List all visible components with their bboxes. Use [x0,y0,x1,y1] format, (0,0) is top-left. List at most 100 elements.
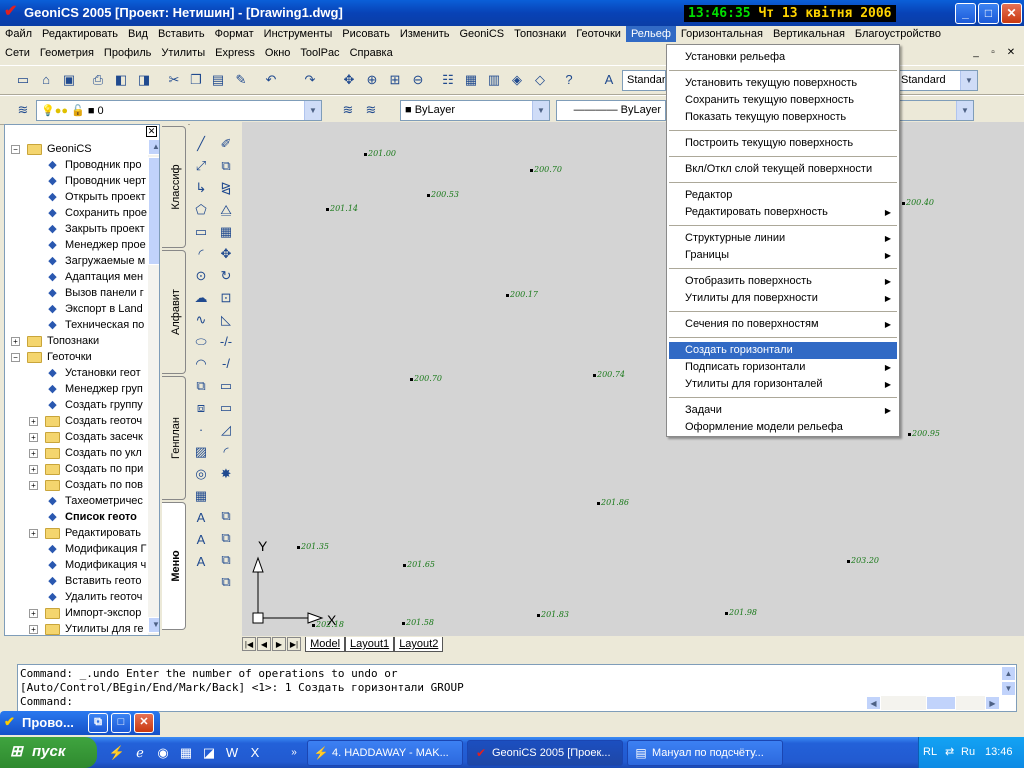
menu-item-6[interactable]: Рисовать [337,26,395,42]
geonics-app-icon[interactable]: ✔ [4,4,20,20]
calculator-icon[interactable]: ▦ [177,744,195,762]
internet-explorer-icon[interactable]: ℯ [131,744,149,762]
collapse-icon[interactable]: − [11,353,20,362]
revcloud-icon[interactable]: ☁ [191,288,211,308]
menu-item-2[interactable]: Вид [123,26,153,42]
menu-item-13[interactable]: Вертикальная [768,26,850,42]
menu-item-5[interactable]: Инструменты [259,26,338,42]
geopoint[interactable]: 200.95 [908,429,940,438]
redo-icon[interactable]: ↷ [301,71,319,89]
tray-lang-label[interactable]: RL [923,746,937,758]
start-button[interactable]: ⊞ пуск [0,737,97,768]
relief-menu-item[interactable]: Построить текущую поверхность [669,135,897,152]
geopoint[interactable]: 201.14 [326,204,358,213]
menu2-item-6[interactable]: ToolPac [295,45,344,61]
winamp-icon[interactable]: ⚡ [108,744,126,762]
explode-icon[interactable]: ✸ [216,464,236,484]
menu2-item-0[interactable]: Сети [0,45,35,61]
expand-icon[interactable]: + [29,449,38,458]
stretch-icon[interactable]: ◺ [216,310,236,330]
layer-select[interactable]: 💡●● 🔓 ■ 0 ▼ [36,100,322,121]
relief-menu-item[interactable]: Установки рельефа [669,49,897,66]
scroll-right-icon[interactable]: ▶ [985,696,1000,710]
relief-menu-item[interactable]: Структурные линии ▶ [669,230,897,247]
maximize-icon[interactable]: □ [111,713,131,733]
menu2-item-3[interactable]: Утилиты [156,45,210,61]
paste-icon[interactable]: ▤ [209,71,227,89]
polyline-icon[interactable]: ↳ [191,178,211,198]
menu-item-8[interactable]: GeoniCS [454,26,509,42]
first-tab-icon[interactable]: |◀ [242,637,256,651]
quicklaunch-more-icon[interactable]: » [285,744,303,762]
scroll-thumb[interactable] [926,696,956,710]
menu2-item-4[interactable]: Express [210,45,260,61]
properties-icon[interactable]: ☷ [439,71,457,89]
task-haddaway[interactable]: ⚡ 4. HADDAWAY - MAK... [307,740,463,766]
menu-item-0[interactable]: Файл [0,26,37,42]
pan-icon[interactable]: ✥ [340,71,358,89]
geopoint[interactable]: 200.70 [410,374,442,383]
relief-menu-item[interactable]: Редактор [669,187,897,204]
rectangle-icon[interactable]: ▭ [191,222,211,242]
draworder-front-icon[interactable]: ⧉ [216,550,236,570]
tab-menu[interactable]: Меню [162,502,186,630]
ellipse-arc-icon[interactable]: ◠ [191,354,211,374]
menu-item-9[interactable]: Топознаки [509,26,571,42]
tab-layout2[interactable]: Layout2 [394,637,444,652]
zoom-window-icon[interactable]: ⊞ [386,71,404,89]
erase-icon[interactable]: ✐ [216,134,236,154]
expand-icon[interactable]: + [29,625,38,634]
markup-icon[interactable]: ◇ [531,71,549,89]
excel-icon[interactable]: X [246,744,264,762]
polygon-icon[interactable]: ⬠ [191,200,211,220]
text-style-icon[interactable]: A [600,71,618,89]
relief-menu-item[interactable]: Сечения по поверхностям ▶ [669,316,897,333]
relief-menu-item[interactable]: Границы ▶ [669,247,897,264]
tab-layout1[interactable]: Layout1 [345,637,395,652]
tab-model[interactable]: Model [305,637,346,652]
geopoint[interactable]: 201.00 [364,149,396,158]
photoshop-icon[interactable]: ◪ [200,744,218,762]
command-horizontal-scrollbar[interactable]: ◀ ▶ [866,696,1000,710]
open-file-icon[interactable]: ⌂ [37,71,55,89]
help-icon[interactable]: ? [560,71,578,89]
text-single-icon[interactable]: A [191,552,211,572]
insert-block-icon[interactable]: ⧉ [191,376,211,396]
menu2-item-7[interactable]: Справка [345,45,398,61]
relief-menu-item[interactable]: Вкл/Откл слой текущей поверхности [669,161,897,178]
offset-icon[interactable]: ⧋ [216,200,236,220]
geopoint[interactable]: 200.17 [506,290,538,299]
collapse-icon[interactable]: − [11,145,20,154]
rotate-icon[interactable]: ↻ [216,266,236,286]
relief-menu-item[interactable]: Сохранить текущую поверхность [669,92,897,109]
color-select[interactable]: ■ ByLayer ▼ [400,100,550,121]
doc-restore-button[interactable]: ▫ [986,47,1000,60]
construction-line-icon[interactable]: ⤢ [191,156,211,176]
zoom-previous-icon[interactable]: ⊖ [409,71,427,89]
chevron-down-icon[interactable]: ▼ [532,101,549,120]
trim-icon[interactable]: -/- [216,332,236,352]
relief-menu-item[interactable]: Задачи ▶ [669,402,897,419]
geopoint[interactable]: 200.40 [902,198,934,207]
relief-menu-item[interactable]: Утилиты для горизонталей ▶ [669,376,897,393]
table-icon[interactable]: ▦ [191,486,211,506]
copy-icon[interactable]: ❐ [187,71,205,89]
minimize-button[interactable]: _ [955,3,976,24]
relief-menu-item[interactable]: Редактировать поверхность ▶ [669,204,897,221]
scroll-left-icon[interactable]: ◀ [866,696,881,710]
expand-icon[interactable]: + [29,433,38,442]
relief-menu-item[interactable]: Установить текущую поверхность [669,75,897,92]
match-properties-icon[interactable]: ✎ [232,71,250,89]
menu-item-10[interactable]: Геоточки [571,26,626,42]
opera-icon[interactable]: ◉ [154,744,172,762]
geopoint[interactable]: 201.83 [537,610,569,619]
tree-vertical-scrollbar[interactable]: ▲ ▼ [148,139,159,635]
break-icon[interactable]: ▭ [216,376,236,396]
expand-icon[interactable]: + [29,529,38,538]
relief-menu-item[interactable]: Отобразить поверхность ▶ [669,273,897,290]
expand-icon[interactable]: + [29,465,38,474]
chevron-down-icon[interactable]: ▼ [960,71,977,90]
linetype-select[interactable]: ———— ByLayer [556,100,666,121]
spline-icon[interactable]: ∿ [191,310,211,330]
relief-menu-item[interactable]: Утилиты для поверхности ▶ [669,290,897,307]
